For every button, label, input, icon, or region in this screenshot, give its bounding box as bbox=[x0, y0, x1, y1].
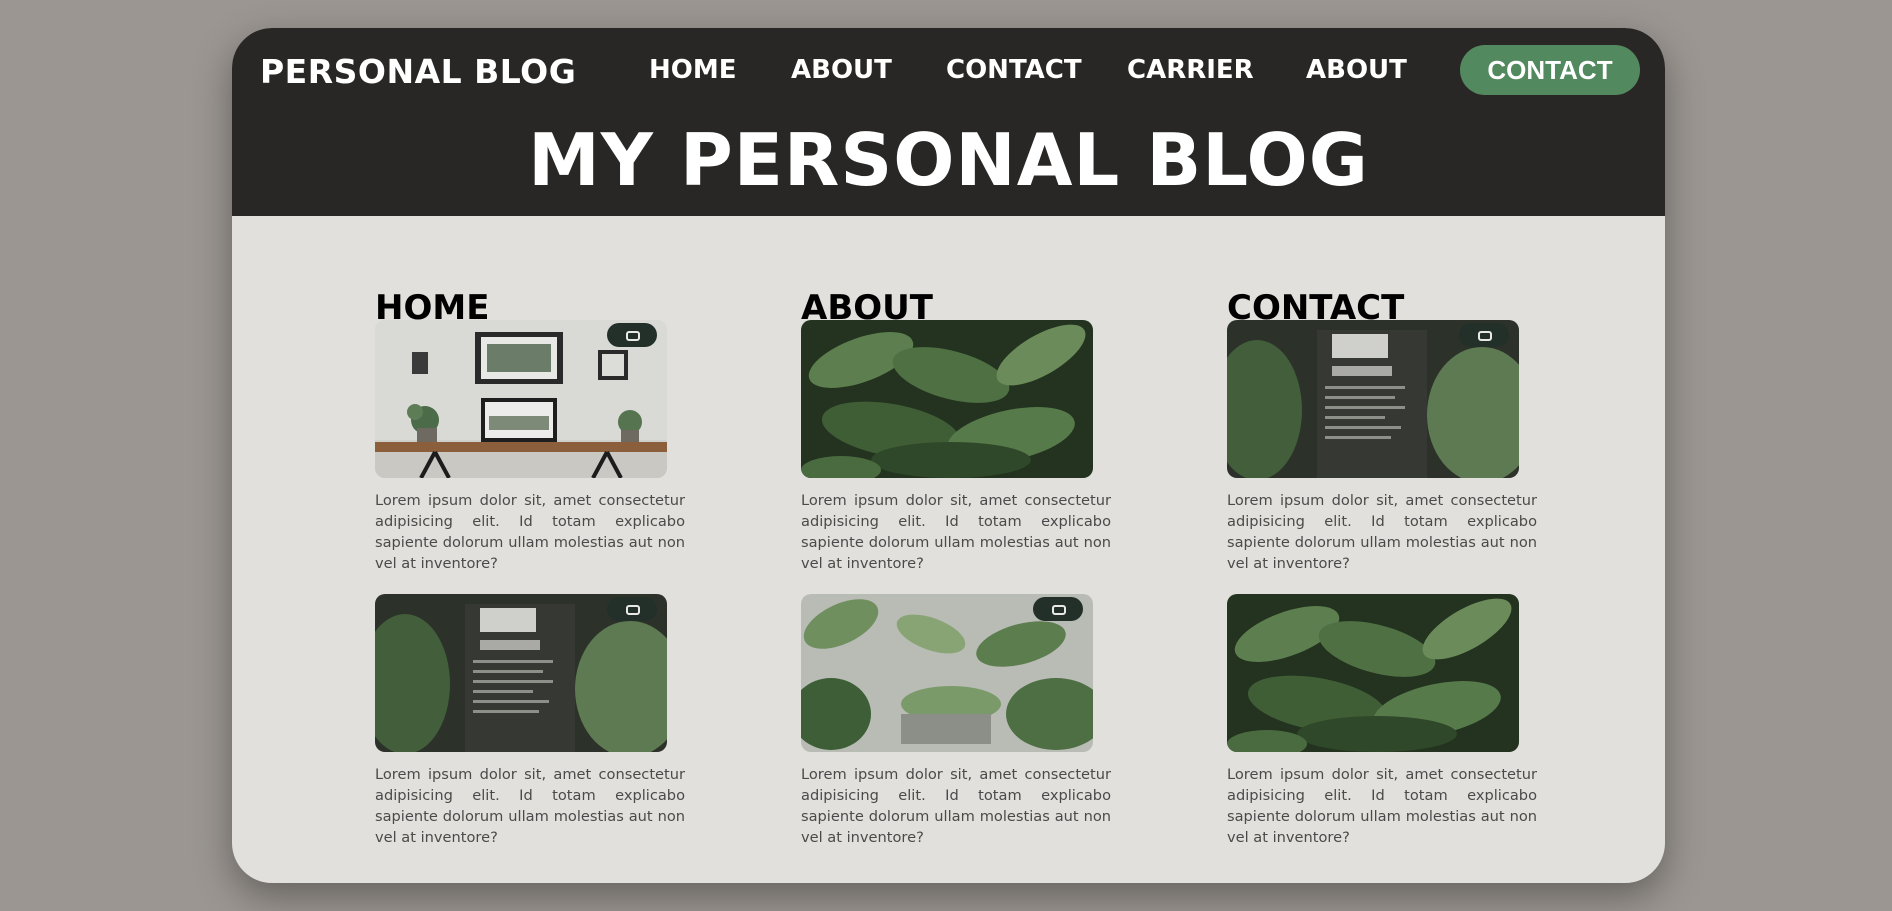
post-image[interactable] bbox=[375, 320, 667, 478]
post-excerpt: Lorem ipsum dolor sit, amet consectetur … bbox=[375, 492, 685, 572]
post-image[interactable] bbox=[801, 594, 1093, 752]
image-badge-icon[interactable] bbox=[607, 323, 657, 347]
post-card: Lorem ipsum dolor sit, amet consectetur … bbox=[375, 594, 687, 848]
post-card: Lorem ipsum dolor sit, amet consectetur … bbox=[375, 320, 687, 574]
nav-link-about[interactable]: ABOUT bbox=[791, 48, 892, 92]
post-excerpt: Lorem ipsum dolor sit, amet consectetur … bbox=[801, 766, 1111, 846]
post-excerpt: Lorem ipsum dolor sit, amet consectetur … bbox=[1227, 492, 1537, 572]
post-excerpt: Lorem ipsum dolor sit, amet consectetur … bbox=[1227, 766, 1537, 846]
post-card: Lorem ipsum dolor sit, amet consectetur … bbox=[801, 594, 1113, 848]
post-card: Lorem ipsum dolor sit, amet consectetur … bbox=[1227, 320, 1539, 574]
post-image[interactable] bbox=[1227, 594, 1519, 752]
site-header: PERSONAL BLOG HOME ABOUT CONTACT CARRIER… bbox=[232, 28, 1665, 216]
nav-link-home[interactable]: HOME bbox=[649, 48, 737, 92]
post-excerpt: Lorem ipsum dolor sit, amet consectetur … bbox=[375, 766, 685, 846]
post-image[interactable] bbox=[1227, 320, 1519, 478]
image-badge-icon[interactable] bbox=[1033, 597, 1083, 621]
nav-link-about-2[interactable]: ABOUT bbox=[1306, 48, 1407, 92]
image-badge-icon[interactable] bbox=[1459, 323, 1509, 347]
post-image[interactable] bbox=[801, 320, 1093, 478]
post-card: Lorem ipsum dolor sit, amet consectetur … bbox=[801, 320, 1113, 574]
post-image[interactable] bbox=[375, 594, 667, 752]
hero-title: MY PERSONAL BLOG bbox=[528, 118, 1369, 202]
image-badge-icon[interactable] bbox=[607, 597, 657, 621]
nav-link-carrier[interactable]: CARRIER bbox=[1127, 48, 1254, 92]
post-excerpt: Lorem ipsum dolor sit, amet consectetur … bbox=[801, 492, 1111, 572]
site-logo[interactable]: PERSONAL BLOG bbox=[260, 48, 576, 96]
contact-button[interactable]: CONTACT bbox=[1460, 45, 1640, 95]
blog-card: PERSONAL BLOG HOME ABOUT CONTACT CARRIER… bbox=[232, 28, 1665, 883]
nav-link-contact[interactable]: CONTACT bbox=[946, 48, 1082, 92]
post-card: Lorem ipsum dolor sit, amet consectetur … bbox=[1227, 594, 1539, 848]
